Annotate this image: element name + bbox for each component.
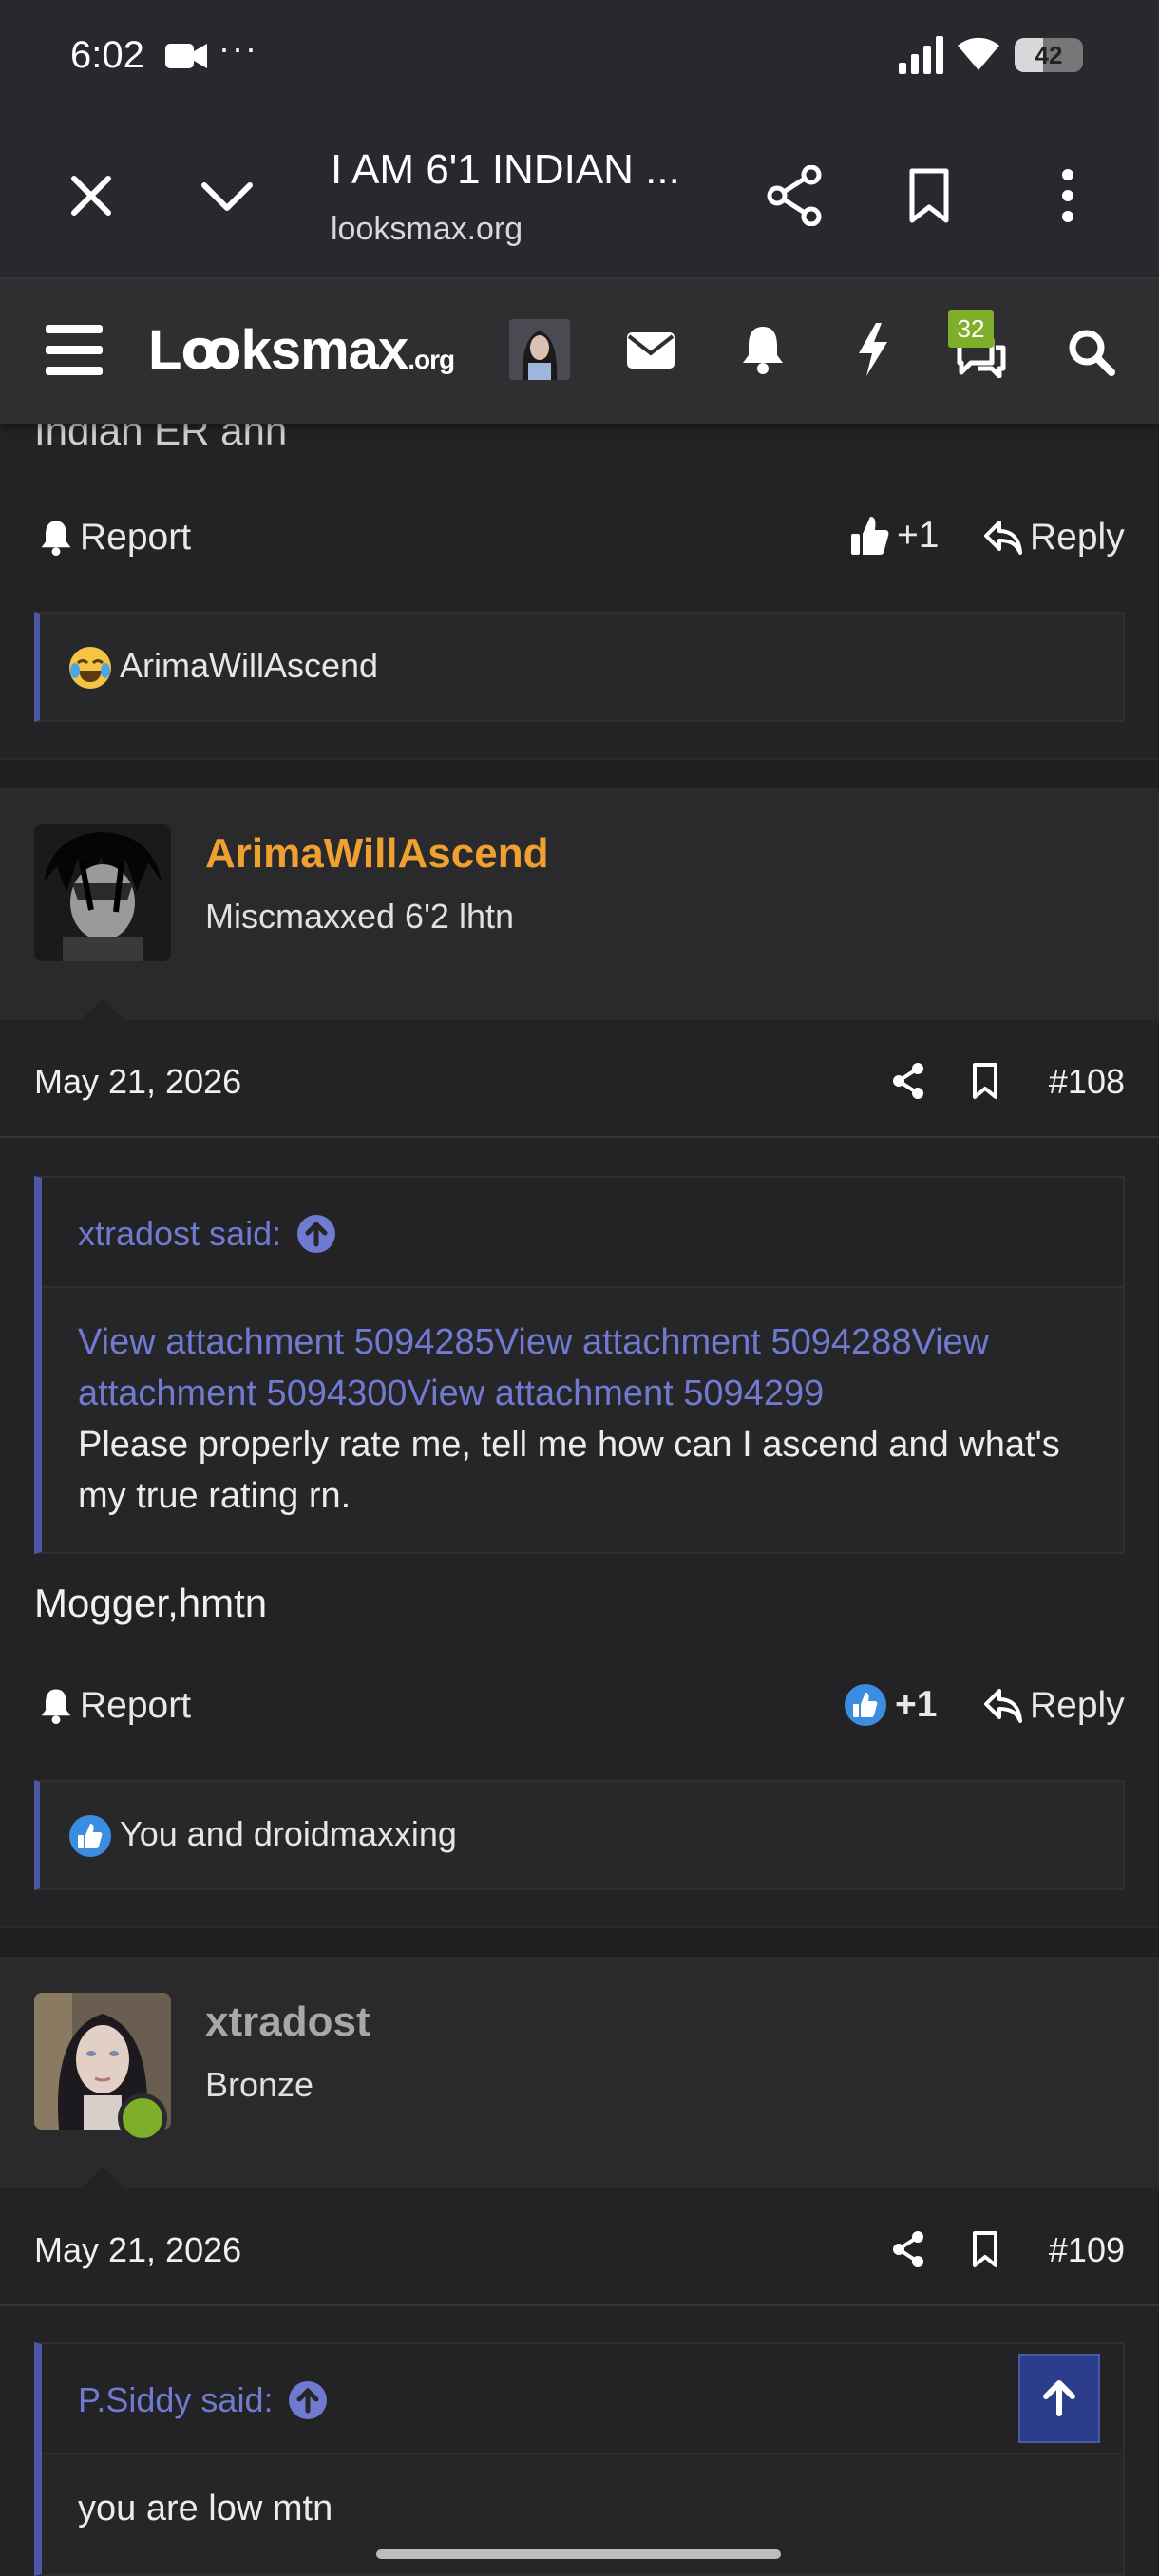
quote-text: Please properly rate me, tell me how can… xyxy=(78,1425,1060,1516)
quote-block: xtradost said: View attachment 5094285Vi… xyxy=(34,1176,1125,1554)
reactions-bar[interactable]: You and droidmaxxing xyxy=(34,1780,1125,1890)
like-reaction-icon xyxy=(845,1684,886,1726)
post-separator xyxy=(0,758,1159,790)
online-status-indicator xyxy=(118,2093,167,2143)
share-icon[interactable] xyxy=(766,164,823,231)
attachment-links[interactable]: View attachment 5094285View attachment 5… xyxy=(78,1316,1087,1419)
arrow-up-circle-icon[interactable] xyxy=(296,1214,336,1254)
reply-arrow-icon xyxy=(984,521,1022,555)
menu-icon[interactable] xyxy=(46,325,103,381)
reply-arrow-icon xyxy=(984,1689,1022,1723)
bookmark-icon[interactable] xyxy=(971,1062,999,1105)
post-actions: Report +1 Reply xyxy=(0,507,1159,574)
page-url[interactable]: looksmax.org xyxy=(331,211,522,248)
post-number[interactable]: #108 xyxy=(1049,1062,1125,1102)
reactions-bar[interactable]: ArimaWillAscend xyxy=(34,612,1125,722)
username[interactable]: ArimaWillAscend xyxy=(205,830,548,878)
notifications-bell-icon[interactable] xyxy=(741,325,785,379)
report-bell-icon xyxy=(41,1689,71,1724)
video-camera-icon xyxy=(165,42,207,75)
share-icon[interactable] xyxy=(891,1062,925,1105)
post-meta: May 21, 2026 #108 xyxy=(0,1024,1159,1138)
status-more-indicator: ··· xyxy=(218,28,258,67)
avatar[interactable] xyxy=(34,824,171,961)
post-meta: May 21, 2026 #109 xyxy=(0,2192,1159,2306)
home-indicator[interactable] xyxy=(376,2549,781,2559)
quote-content: View attachment 5094285View attachment 5… xyxy=(42,1288,1123,1544)
quote-text: you are low mtn xyxy=(78,2489,333,2529)
wifi-icon xyxy=(956,34,1001,77)
report-bell-icon xyxy=(41,521,71,556)
post-date[interactable]: May 21, 2026 xyxy=(34,2230,241,2270)
user-avatar[interactable] xyxy=(509,319,570,380)
quote-header: xtradost said: xyxy=(42,1178,1123,1288)
search-icon[interactable] xyxy=(1068,329,1115,381)
reply-button[interactable]: Reply xyxy=(984,517,1125,559)
user-block-pointer xyxy=(80,998,125,1021)
post-user-block: xtradost Bronze xyxy=(0,1959,1159,2189)
cell-signal-icon xyxy=(899,36,944,79)
post-body: Mogger,hmtn xyxy=(34,1581,268,1625)
username[interactable]: xtradost xyxy=(205,1998,370,2046)
report-button[interactable]: Report xyxy=(40,517,191,559)
user-block-pointer xyxy=(80,2167,125,2189)
page-title[interactable]: I AM 6'1 INDIAN ... xyxy=(331,146,680,194)
laughing-emoji-icon xyxy=(69,647,111,689)
scroll-to-top-button[interactable] xyxy=(1018,2354,1100,2443)
quote-content: you are low mtn xyxy=(42,2454,1123,2557)
conversations-count-badge: 32 xyxy=(948,310,994,348)
reactions-text[interactable]: ArimaWillAscend xyxy=(120,646,378,686)
status-time: 6:02 xyxy=(70,34,144,76)
post-actions: Report +1 Reply xyxy=(0,1676,1159,1742)
battery-icon: 42 xyxy=(1015,38,1083,72)
reply-button[interactable]: Reply xyxy=(984,1685,1125,1727)
user-title: Bronze xyxy=(205,2065,314,2104)
post-separator xyxy=(0,1926,1159,1959)
status-bar: 6:02 ··· 42 xyxy=(0,0,1159,112)
mail-icon[interactable] xyxy=(627,332,674,373)
share-icon[interactable] xyxy=(891,2230,925,2273)
bookmark-icon[interactable] xyxy=(906,167,952,229)
reactions-text[interactable]: You and droidmaxxing xyxy=(120,1814,457,1854)
user-title: Miscmaxxed 6'2 lhtn xyxy=(205,897,515,936)
post-date[interactable]: May 21, 2026 xyxy=(34,1062,241,1102)
whats-new-bolt-icon[interactable] xyxy=(855,323,889,381)
forum-navbar: Lꝏksmax.org 32 xyxy=(0,279,1159,424)
post-number[interactable]: #109 xyxy=(1049,2230,1125,2270)
quote-author-link[interactable]: P.Siddy said: xyxy=(78,2380,328,2420)
like-button[interactable]: +1 xyxy=(849,515,939,557)
arrow-up-icon xyxy=(1043,2380,1075,2416)
more-vertical-icon[interactable] xyxy=(1054,167,1081,229)
chevron-down-icon[interactable] xyxy=(200,180,255,218)
site-logo[interactable]: Lꝏksmax.org xyxy=(148,317,455,382)
quote-header: P.Siddy said: xyxy=(42,2344,1123,2454)
bookmark-icon[interactable] xyxy=(971,2230,999,2273)
post-user-block: ArimaWillAscend Miscmaxxed 6'2 lhtn xyxy=(0,790,1159,1021)
close-icon[interactable] xyxy=(68,173,114,223)
quote-block: P.Siddy said: you are low mtn xyxy=(34,2342,1125,2576)
battery-level: 42 xyxy=(1035,41,1063,69)
report-button[interactable]: Report xyxy=(40,1685,191,1727)
like-button[interactable]: +1 xyxy=(844,1683,937,1727)
browser-toolbar: I AM 6'1 INDIAN ... looksmax.org xyxy=(0,112,1159,279)
quote-author-link[interactable]: xtradost said: xyxy=(78,1214,336,1254)
thumbs-up-icon xyxy=(851,517,889,555)
like-reaction-icon xyxy=(69,1815,111,1857)
arrow-up-circle-icon[interactable] xyxy=(288,2380,328,2420)
